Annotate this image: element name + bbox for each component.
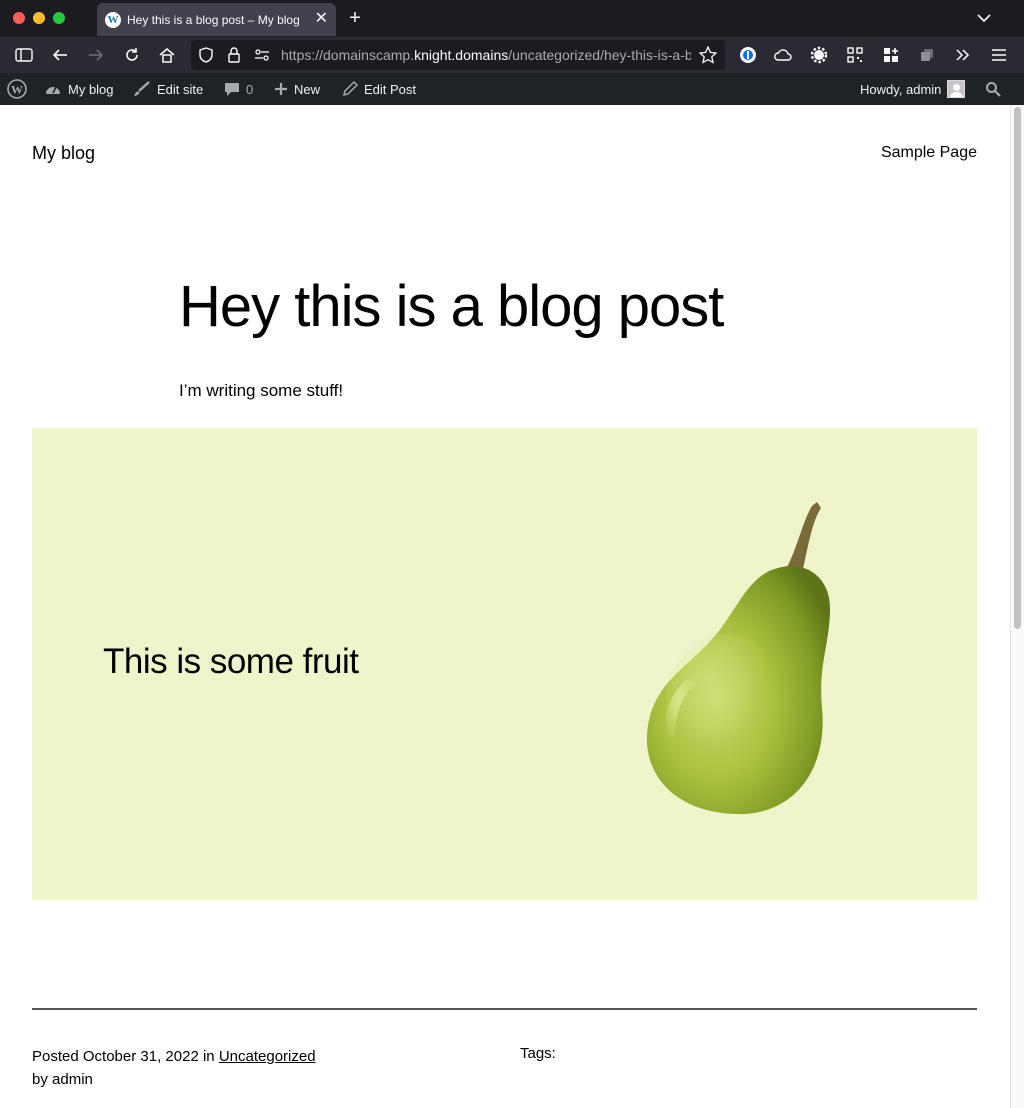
scrollbar-thumb[interactable] [1014,107,1021,629]
nav-sample-page-link[interactable]: Sample Page [881,144,977,162]
posted-prefix: Posted [32,1048,79,1065]
site-title-link[interactable]: My blog [32,143,95,164]
plus-icon [275,83,287,95]
comment-bubble-icon [225,83,239,96]
dashboard-gauge-icon [46,86,60,94]
hamburger-menu-icon[interactable] [988,44,1010,66]
edit-site-link[interactable]: Edit site [133,73,203,105]
sidebar-toggle-icon[interactable] [13,44,35,66]
tab-title: Hey this is a blog post – My blog [127,12,300,27]
post-author: admin [52,1071,93,1088]
edit-post-link[interactable]: Edit Post [342,73,416,105]
extension-1password-icon[interactable] [737,44,759,66]
wordpress-favicon-icon: W [105,11,121,28]
address-bar[interactable]: https://domainscamp.knight.domains/uncat… [191,40,725,70]
minimize-window-button[interactable] [33,12,45,24]
bookmark-star-icon[interactable] [697,44,719,66]
site-name-label: My blog [68,81,114,97]
footer-separator [32,1008,977,1010]
wp-logo-menu[interactable]: W [7,73,27,105]
paintbrush-icon [134,81,150,96]
in-label: in [202,1048,215,1065]
category-link[interactable]: Uncategorized [219,1048,316,1065]
lock-icon[interactable] [223,44,245,66]
pear-image [646,502,830,815]
comments-count: 0 [246,81,254,97]
extension-qr-code-icon[interactable] [844,44,866,66]
post-meta: Posted October 31, 2022 in Uncategorized… [32,1045,316,1091]
page-scrollbar[interactable] [1010,105,1024,1108]
tags-label: Tags: [520,1045,556,1062]
extension-grid-icon[interactable] [880,44,902,66]
browser-toolbar: https://domainscamp.knight.domains/uncat… [0,37,1024,73]
new-content-menu[interactable]: New [274,73,320,105]
post-title: Hey this is a blog post [179,274,724,339]
home-icon[interactable] [156,44,178,66]
active-tab[interactable]: W Hey this is a blog post – My blog ✕ [97,3,336,36]
admin-search-button[interactable] [985,73,1001,105]
cover-heading: This is some fruit [103,642,359,681]
extension-cloud-icon[interactable] [772,44,794,66]
my-account-menu[interactable]: Howdy, admin [860,73,966,105]
url-text[interactable]: https://domainscamp.knight.domains/uncat… [281,47,691,63]
pencil-icon [342,81,358,97]
post-paragraph: I’m writing some stuff! [179,381,344,400]
reload-icon[interactable] [121,44,143,66]
new-tab-button[interactable]: + [343,6,367,30]
edit-post-label: Edit Post [364,81,417,97]
page-content: My blog Sample Page Hey this is a blog p… [0,105,1010,1108]
tab-list-chevron-down-icon[interactable] [975,9,993,27]
site-permissions-icon[interactable] [251,44,273,66]
cover-block: This is some fruit [32,428,977,900]
forward-arrow-icon[interactable] [85,44,107,66]
wp-admin-bar: W My blog Edit site 0 New Edit Post Howd… [0,73,1024,105]
extension-container-icon[interactable] [916,44,938,66]
tab-close-icon[interactable]: ✕ [315,9,328,29]
wordpress-logo-icon: W [7,79,27,99]
tracking-protection-shield-icon[interactable] [195,44,217,66]
back-arrow-icon[interactable] [49,44,71,66]
by-label: by [32,1071,48,1088]
overflow-chevrons-icon[interactable] [952,44,974,66]
browser-tab-bar: W Hey this is a blog post – My blog ✕ + [0,0,1024,37]
svg-text:W: W [11,83,23,97]
post-date: October 31, 2022 [82,1048,199,1065]
site-name-menu[interactable]: My blog [44,73,114,105]
new-label: New [294,81,321,97]
howdy-label: Howdy, admin [860,81,942,97]
extension-gear-icon[interactable] [808,44,830,66]
comments-link[interactable]: 0 [224,73,253,105]
avatar [947,80,966,98]
close-window-button[interactable] [13,12,25,24]
edit-site-label: Edit site [157,81,204,97]
search-icon [986,82,1001,97]
zoom-window-button[interactable] [53,12,65,24]
